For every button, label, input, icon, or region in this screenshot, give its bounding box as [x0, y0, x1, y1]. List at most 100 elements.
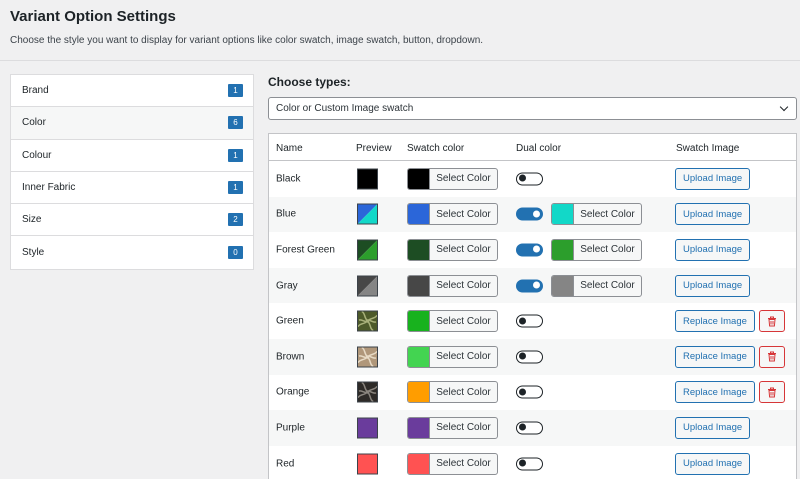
- color-chip: [408, 239, 430, 260]
- upload-image-button[interactable]: Upload Image: [675, 203, 751, 226]
- swatch-color-picker[interactable]: Select Color: [407, 452, 498, 475]
- upload-image-button[interactable]: Upload Image: [675, 167, 751, 190]
- select-color-label: Select Color: [436, 244, 491, 256]
- swatch-color-picker[interactable]: Select Color: [407, 381, 498, 404]
- swatch-preview: [357, 346, 378, 368]
- choose-types-label: Choose types:: [268, 75, 351, 89]
- swatch-color-picker[interactable]: Select Color: [407, 238, 498, 261]
- select-color-label: Select Color: [436, 458, 491, 470]
- select-color-label: Select Color: [436, 422, 491, 434]
- toggle-knob: [519, 459, 526, 467]
- variant-name: Forest Green: [276, 244, 335, 256]
- select-color-label: Select Color: [436, 351, 491, 363]
- delete-image-button[interactable]: [759, 381, 785, 404]
- dual-color-toggle[interactable]: [516, 457, 543, 471]
- dual-color-toggle[interactable]: [516, 385, 543, 399]
- swatch-color-picker[interactable]: Select Color: [407, 310, 498, 333]
- replace-image-button[interactable]: Replace Image: [675, 381, 755, 404]
- dual-color-toggle[interactable]: [516, 207, 543, 221]
- table-row: Blue Select Color Select Color Upload Image: [269, 196, 796, 233]
- swatch-preview: [357, 417, 378, 439]
- toggle-knob: [533, 245, 540, 253]
- color-chip: [552, 239, 574, 260]
- upload-image-button[interactable]: Upload Image: [675, 416, 751, 439]
- attribute-label: Colour: [22, 149, 52, 161]
- attribute-count-badge: 1: [228, 84, 243, 98]
- swatch-color-picker[interactable]: Select Color: [407, 274, 498, 297]
- attribute-item-color[interactable]: Color 6: [11, 107, 253, 140]
- toggle-knob: [519, 423, 526, 431]
- delete-image-button[interactable]: [759, 345, 785, 368]
- table-row: Black Select Color Upload Image: [269, 161, 796, 197]
- dual-color-toggle[interactable]: [516, 421, 543, 435]
- dual-color-toggle[interactable]: [516, 243, 543, 257]
- table-row: Red Select Color Upload Image: [269, 446, 796, 479]
- color-chip: [408, 275, 430, 296]
- delete-image-button[interactable]: [759, 310, 785, 333]
- dual-color-toggle[interactable]: [516, 350, 543, 364]
- color-chip: [408, 453, 430, 474]
- swatch-color-picker[interactable]: Select Color: [407, 416, 498, 439]
- variant-name: Red: [276, 458, 295, 470]
- select-color-label: Select Color: [580, 244, 635, 256]
- toggle-knob: [533, 281, 540, 289]
- attribute-count-badge: 1: [228, 181, 243, 195]
- attribute-item-style[interactable]: Style 0: [11, 236, 253, 268]
- page-title: Variant Option Settings: [10, 8, 176, 25]
- swatch-preview: [357, 310, 378, 332]
- attribute-label: Brand: [22, 85, 49, 97]
- color-chip: [408, 311, 430, 332]
- table-row: Purple Select Color Upload Image: [269, 410, 796, 446]
- dual-color-toggle[interactable]: [516, 279, 543, 293]
- swatch-table: Name Preview Swatch color Dual color Swa…: [268, 133, 797, 479]
- select-color-label: Select Color: [580, 280, 635, 292]
- table-row: Orange Select Color Replace Image: [269, 375, 796, 411]
- header-swatch-image: Swatch Image: [676, 143, 740, 154]
- replace-image-button[interactable]: Replace Image: [675, 345, 755, 368]
- variant-name: Gray: [276, 280, 298, 292]
- attribute-count-badge: 6: [228, 116, 243, 130]
- replace-image-button[interactable]: Replace Image: [675, 310, 755, 333]
- swatch-type-select[interactable]: Color or Custom Image swatch: [268, 97, 797, 120]
- upload-image-button[interactable]: Upload Image: [675, 238, 751, 261]
- color-chip: [552, 275, 574, 296]
- swatch-preview: [357, 203, 378, 225]
- attribute-label: Inner Fabric: [22, 182, 76, 194]
- dual-color-toggle[interactable]: [516, 172, 543, 186]
- color-chip: [552, 204, 574, 225]
- table-row: Forest Green Select Color Select Color Uplo…: [269, 232, 796, 268]
- attribute-item-brand[interactable]: Brand 1: [11, 75, 253, 108]
- swatch-preview: [357, 275, 378, 297]
- color-chip: [408, 168, 430, 189]
- dual-color-picker[interactable]: Select Color: [551, 274, 642, 297]
- toggle-knob: [519, 174, 526, 182]
- attribute-label: Style: [22, 247, 45, 259]
- color-chip: [408, 346, 430, 367]
- variant-name: Black: [276, 173, 301, 185]
- swatch-color-picker[interactable]: Select Color: [407, 167, 498, 190]
- select-color-label: Select Color: [436, 386, 491, 398]
- divider: [0, 60, 800, 61]
- variant-name: Green: [276, 315, 304, 327]
- swatch-preview: [357, 453, 378, 475]
- upload-image-button[interactable]: Upload Image: [675, 274, 751, 297]
- dual-color-picker[interactable]: Select Color: [551, 238, 642, 261]
- swatch-type-value: Color or Custom Image swatch: [276, 103, 414, 114]
- variant-name: Orange: [276, 386, 310, 398]
- upload-image-button[interactable]: Upload Image: [675, 452, 751, 475]
- swatch-color-picker[interactable]: Select Color: [407, 345, 498, 368]
- trash-icon: [767, 387, 777, 398]
- attribute-label: Color: [22, 117, 46, 129]
- attribute-item-colour[interactable]: Colour 1: [11, 140, 253, 172]
- select-color-label: Select Color: [580, 208, 635, 220]
- attribute-item-size[interactable]: Size 2: [11, 204, 253, 237]
- dual-color-picker[interactable]: Select Color: [551, 203, 642, 226]
- select-color-label: Select Color: [436, 208, 491, 220]
- attribute-list: Brand 1 Color 6 Colour 1 Inner Fabric 1 Size 2 Sty…: [10, 74, 254, 270]
- dual-color-toggle[interactable]: [516, 314, 543, 328]
- color-chip: [408, 417, 430, 438]
- attribute-item-inner-fabric[interactable]: Inner Fabric 1: [11, 172, 253, 205]
- chevron-down-icon: [779, 102, 789, 112]
- swatch-color-picker[interactable]: Select Color: [407, 203, 498, 226]
- header-swatch-color: Swatch color: [407, 143, 465, 154]
